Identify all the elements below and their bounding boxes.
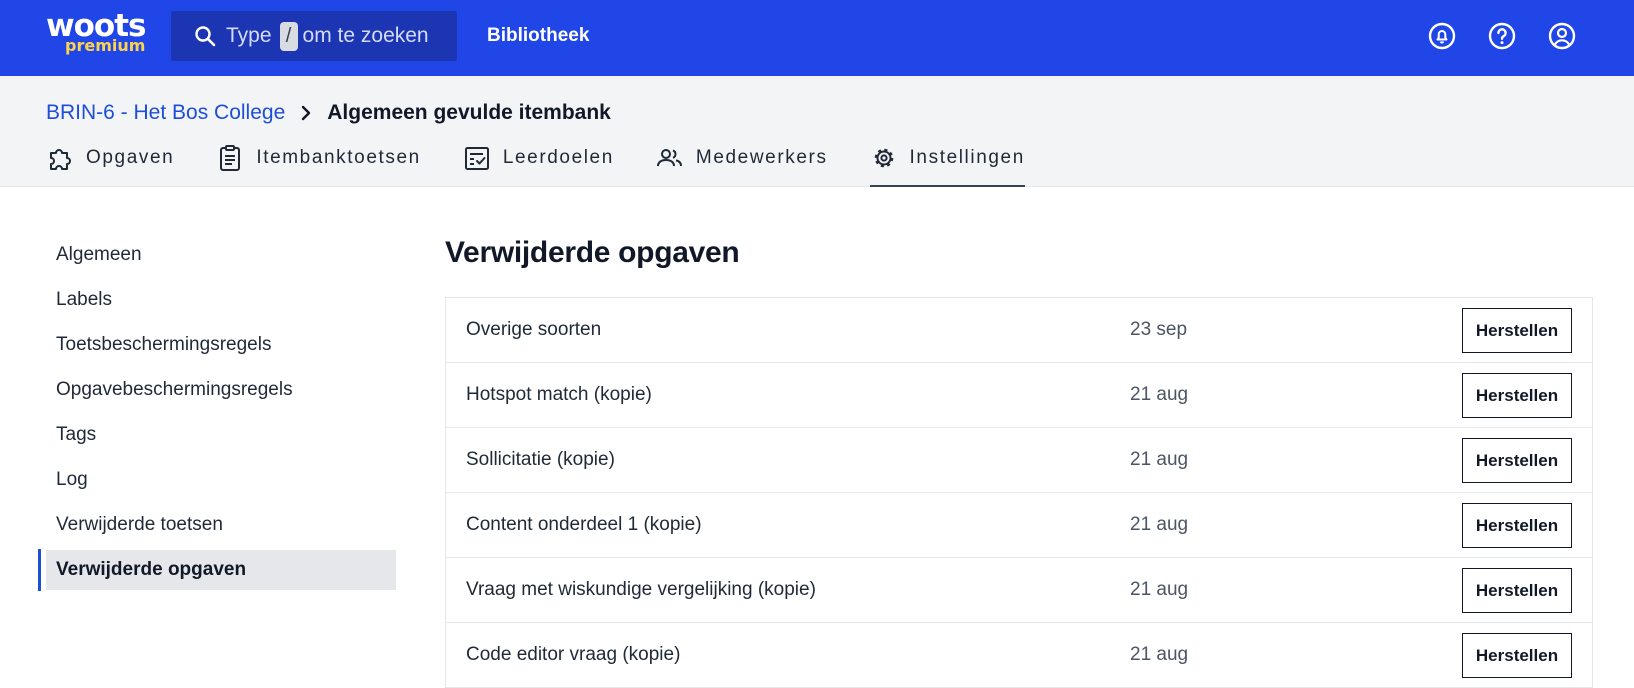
restore-button[interactable]: Herstellen <box>1462 568 1572 613</box>
sidebar-item-toetsbeschermingsregels[interactable]: Toetsbeschermingsregels <box>38 325 396 365</box>
table-row: Vraag met wiskundige vergelijking (kopie… <box>446 558 1592 623</box>
item-date: 21 aug <box>1130 644 1189 665</box>
nav-library-link[interactable]: Bibliotheek <box>487 0 589 72</box>
tab-instellingen[interactable]: Instellingen <box>869 144 1026 187</box>
tab-label: Opgaven <box>86 147 175 168</box>
people-icon <box>656 149 682 167</box>
tab-medewerkers[interactable]: Medewerkers <box>656 144 828 187</box>
chevron-right-icon <box>302 105 311 121</box>
search-placeholder: Type / om te zoeken <box>226 11 429 61</box>
puzzle-icon <box>50 149 71 170</box>
deleted-items-table: Overige soorten 23 sep Herstellen Hotspo… <box>445 297 1593 688</box>
tab-label: Leerdoelen <box>502 147 614 168</box>
checklist-icon <box>464 147 489 170</box>
item-date: 23 sep <box>1130 319 1188 340</box>
sidebar-item-verwijderde-opgaven[interactable]: Verwijderde opgaven <box>38 549 396 591</box>
tab-itembanktoetsen[interactable]: Itembanktoetsen <box>216 144 420 187</box>
item-name: Vraag met wiskundige vergelijking (kopie… <box>466 579 816 600</box>
breadcrumb-parent-link[interactable]: BRIN-6 - Het Bos College <box>46 101 285 125</box>
item-name: Code editor vraag (kopie) <box>466 644 681 665</box>
table-row: Sollicitatie (kopie) 21 aug Herstellen <box>446 428 1592 493</box>
woots-logo[interactable]: woots premium <box>46 8 147 58</box>
item-name: Content onderdeel 1 (kopie) <box>466 514 702 535</box>
table-row: Overige soorten 23 sep Herstellen <box>446 298 1592 363</box>
tab-bar: Opgaven Itembanktoetsen Leerdoelen Medew… <box>46 144 1067 187</box>
top-navigation-bar: woots premium Type / om te zoeken Biblio… <box>0 0 1634 76</box>
sidebar-item-verwijderde-toetsen[interactable]: Verwijderde toetsen <box>38 505 396 545</box>
item-date: 21 aug <box>1130 514 1189 535</box>
clipboard-icon <box>220 145 241 171</box>
gear-icon <box>874 148 893 168</box>
page-header: BRIN-6 - Het Bos College Algemeen gevuld… <box>0 76 1634 187</box>
breadcrumb: BRIN-6 - Het Bos College Algemeen gevuld… <box>46 98 611 128</box>
item-name: Hotspot match (kopie) <box>466 384 652 405</box>
tab-label: Itembanktoetsen <box>256 147 421 168</box>
search-icon <box>195 26 216 47</box>
sidebar-item-tags[interactable]: Tags <box>38 415 396 455</box>
item-date: 21 aug <box>1130 579 1189 600</box>
tab-label: Medewerkers <box>695 147 828 168</box>
sidebar-item-log[interactable]: Log <box>38 460 396 500</box>
notifications-icon[interactable] <box>1426 20 1458 52</box>
help-icon[interactable] <box>1486 20 1518 52</box>
search-input[interactable]: Type / om te zoeken <box>171 11 457 61</box>
breadcrumb-current: Algemeen gevulde itembank <box>327 101 611 124</box>
logo-plan-label: premium <box>65 36 146 55</box>
search-placeholder-suffix: om te zoeken <box>302 24 429 47</box>
tab-opgaven[interactable]: Opgaven <box>46 144 174 187</box>
account-icon[interactable] <box>1546 20 1578 52</box>
table-row: Code editor vraag (kopie) 21 aug Herstel… <box>446 623 1592 688</box>
restore-button[interactable]: Herstellen <box>1462 503 1572 548</box>
restore-button[interactable]: Herstellen <box>1462 308 1572 353</box>
restore-button[interactable]: Herstellen <box>1462 373 1572 418</box>
settings-sidebar: Algemeen Labels Toetsbeschermingsregels … <box>38 235 396 595</box>
tab-label: Instellingen <box>909 147 1025 168</box>
restore-button[interactable]: Herstellen <box>1462 633 1572 678</box>
table-row: Content onderdeel 1 (kopie) 21 aug Herst… <box>446 493 1592 558</box>
search-placeholder-prefix: Type <box>226 24 272 47</box>
sidebar-item-algemeen[interactable]: Algemeen <box>38 235 396 275</box>
tab-leerdoelen[interactable]: Leerdoelen <box>463 144 614 187</box>
search-shortcut-key: / <box>279 21 298 51</box>
item-name: Overige soorten <box>466 319 602 340</box>
restore-button[interactable]: Herstellen <box>1462 438 1572 483</box>
item-name: Sollicitatie (kopie) <box>466 449 615 470</box>
item-date: 21 aug <box>1130 384 1189 405</box>
sidebar-item-labels[interactable]: Labels <box>38 280 396 320</box>
table-row: Hotspot match (kopie) 21 aug Herstellen <box>446 363 1592 428</box>
page-title: Verwijderde opgaven <box>445 236 740 269</box>
item-date: 21 aug <box>1130 449 1189 470</box>
sidebar-item-opgavebeschermingsregels[interactable]: Opgavebeschermingsregels <box>38 370 396 410</box>
